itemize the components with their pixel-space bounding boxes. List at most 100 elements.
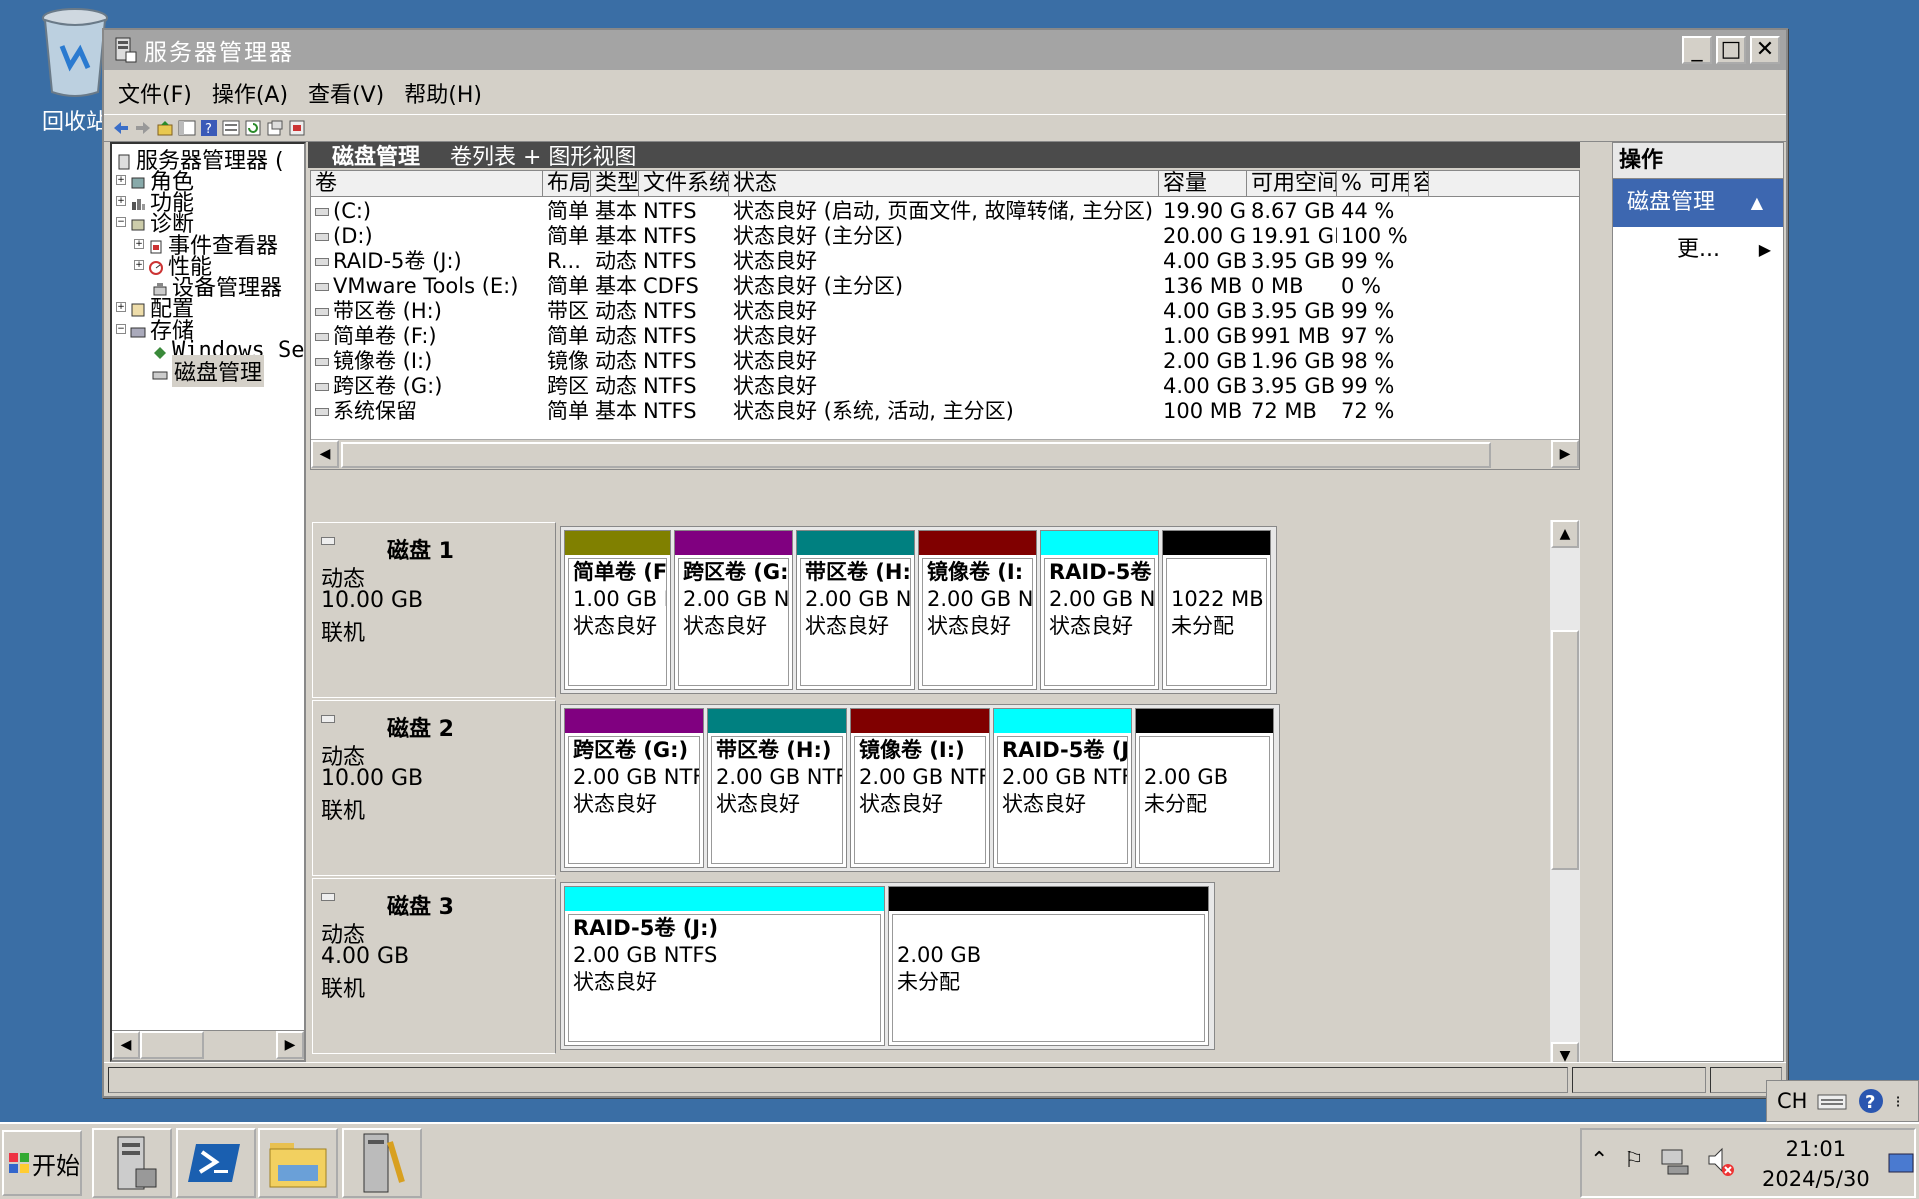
row-free-space: 3.95 GB [1251, 299, 1336, 323]
unallocated-partition[interactable]: 1022 MB 未分配 [1162, 530, 1271, 690]
show-desktop-icon[interactable] [1888, 1152, 1914, 1174]
volume-partition[interactable]: 简单卷 (F 1.00 GB NT 状态良好 [564, 530, 671, 690]
console-tree-icon[interactable] [178, 119, 196, 137]
unallocated-partition[interactable]: 2.00 GB 未分配 [888, 886, 1209, 1046]
row-capacity: 2.00 GB [1163, 349, 1247, 373]
close-button[interactable]: ✕ [1750, 36, 1780, 64]
disk-info[interactable]: 磁盘 1 动态 10.00 GB 联机 [312, 522, 556, 698]
keyboard-icon[interactable] [1817, 1091, 1847, 1111]
table-row[interactable]: (C:) 简单 基本 NTFS 状态良好 (启动, 页面文件, 故障转储, 主分区) 19… [311, 199, 1579, 224]
col-capacity[interactable]: 容量 [1159, 171, 1247, 197]
taskbar-explorer[interactable] [258, 1128, 338, 1198]
expand-icon[interactable]: + [134, 239, 144, 249]
help-icon[interactable]: ? [200, 119, 218, 137]
disk-info[interactable]: 磁盘 2 动态 10.00 GB 联机 [312, 700, 556, 876]
partition-color-bar [994, 709, 1131, 733]
unallocated-partition[interactable]: 2.00 GB 未分配 [1135, 708, 1274, 868]
disk-settings-icon[interactable] [288, 119, 306, 137]
graph-vertical-scrollbar[interactable]: ▲ ▼ [1550, 520, 1580, 1070]
scroll-left-button[interactable]: ◀ [112, 1031, 140, 1059]
expand-icon[interactable]: + [116, 302, 126, 312]
table-row[interactable]: 简单卷 (F:) 简单 动态 NTFS 状态良好 1.00 GB 991 MB 97 % [311, 324, 1579, 349]
actions-section-disk-management[interactable]: 磁盘管理 ▲ [1613, 179, 1783, 227]
scroll-thumb[interactable] [341, 442, 1491, 468]
row-filesystem: NTFS [643, 349, 697, 373]
properties-icon[interactable] [222, 119, 240, 137]
scroll-thumb[interactable] [140, 1031, 204, 1059]
table-row[interactable]: 跨区卷 (G:) 跨区 动态 NTFS 状态良好 4.00 GB 3.95 GB 99 % [311, 374, 1579, 399]
collapse-icon[interactable]: − [116, 217, 126, 227]
volume-partition[interactable]: 跨区卷 (G: 2.00 GB NTF 状态良好 [674, 530, 793, 690]
taskbar-powershell[interactable] [176, 1128, 256, 1198]
forward-arrow-icon[interactable] [134, 119, 152, 137]
help-icon[interactable]: ? [1857, 1087, 1885, 1115]
title-bar[interactable]: 服务器管理器 _ □ ✕ [104, 30, 1786, 70]
collapse-up-icon[interactable]: ▲ [1751, 179, 1763, 227]
disk-row: 磁盘 2动态10.00 GB联机跨区卷 (G:)2.00 GB NTFS状态良好… [310, 700, 1540, 876]
scroll-right-button[interactable]: ▶ [1551, 440, 1579, 468]
volume-partition[interactable]: 带区卷 (H: 2.00 GB NTF 状态良好 [796, 530, 915, 690]
col-free-space[interactable]: 可用空间 [1247, 171, 1337, 197]
volume-partition[interactable]: RAID-5卷 (J 2.00 GB NTFS 状态良好 [993, 708, 1132, 868]
tree-horizontal-scrollbar[interactable]: ◀ ▶ [112, 1030, 304, 1060]
volume-partition[interactable]: 带区卷 (H:) 2.00 GB NTFS 状态良好 [707, 708, 847, 868]
volume-muted-icon[interactable] [1706, 1144, 1736, 1178]
table-row[interactable]: 系统保留 简单 基本 NTFS 状态良好 (系统, 活动, 主分区) 100 MB 72 M… [311, 399, 1579, 424]
volume-list-scrollbar[interactable]: ◀ ▶ [311, 439, 1579, 469]
col-status[interactable]: 状态 [729, 171, 1159, 197]
show-hidden-icons-icon[interactable]: ⌃ [1590, 1148, 1608, 1173]
clock[interactable]: 21:01 2024/5/30 [1762, 1134, 1870, 1194]
maximize-button[interactable]: □ [1716, 36, 1746, 64]
table-row[interactable]: RAID-5卷 (J:) R... 动态 NTFS 状态良好 4.00 GB 3.95 GB… [311, 249, 1579, 274]
partition-size: 2.00 GB NTFS [573, 943, 718, 967]
row-status: 状态良好 (主分区) [733, 224, 904, 248]
expand-icon[interactable]: + [134, 260, 144, 270]
volume-partition[interactable]: 镜像卷 (I: 2.00 GB NTF 状态良好 [918, 530, 1037, 690]
start-button[interactable]: 开始 [2, 1130, 82, 1196]
scroll-up-button[interactable]: ▲ [1551, 520, 1579, 548]
table-row[interactable]: (D:) 简单基本NTFS 状态良好 (主分区) 20.00 GB19.91 GB10… [311, 224, 1579, 249]
menu-view[interactable]: 查看(V) [308, 77, 384, 109]
expand-icon[interactable]: + [116, 175, 126, 185]
menu-file[interactable]: 文件(F) [118, 77, 192, 109]
col-filesystem[interactable]: 文件系统 [639, 171, 729, 197]
up-folder-icon[interactable] [156, 119, 174, 137]
volume-partition[interactable]: RAID-5卷 (J:) 2.00 GB NTFS 状态良好 [564, 886, 885, 1046]
taskbar-server-tools[interactable] [342, 1128, 422, 1198]
taskbar-server-manager[interactable] [92, 1128, 172, 1198]
scroll-left-button[interactable]: ◀ [311, 440, 339, 468]
disk-row: 磁盘 3 动态 4.00 GB 联机 RAID-5卷 (J:) 2.00 GB NTFS 状… [310, 878, 1540, 1054]
back-arrow-icon[interactable] [112, 119, 130, 137]
row-capacity: 4.00 GB [1163, 374, 1247, 398]
minimize-button[interactable]: _ [1682, 36, 1712, 64]
network-icon[interactable] [1660, 1146, 1690, 1176]
collapse-icon[interactable]: − [116, 324, 126, 334]
scroll-thumb[interactable] [1551, 630, 1579, 870]
menu-action[interactable]: 操作(A) [212, 77, 288, 109]
col-percent-free[interactable]: % 可用 [1337, 171, 1409, 197]
table-row[interactable]: 带区卷 (H:) 带区 动态 NTFS 状态良好 4.00 GB 3.95 GB 99 % [311, 299, 1579, 324]
language-bar-options-icon[interactable]: ⁝ [1895, 1092, 1900, 1111]
volume-partition[interactable]: 跨区卷 (G:) 2.00 GB NTFS 状态良好 [564, 708, 704, 868]
table-row[interactable]: VMware Tools (E:) 简单 基本 CDFS 状态良好 (主分区) 136 M… [311, 274, 1579, 299]
refresh-icon[interactable] [244, 119, 262, 137]
action-center-flag-icon[interactable]: ⚐ [1624, 1148, 1644, 1173]
col-layout[interactable]: 布局 [543, 171, 591, 197]
volume-partition[interactable]: 镜像卷 (I:) 2.00 GB NTFS 状态良好 [850, 708, 990, 868]
export-list-icon[interactable] [266, 119, 284, 137]
table-row[interactable]: 镜像卷 (I:) 镜像 动态 NTFS 状态良好 2.00 GB 1.96 GB 98 % [311, 349, 1579, 374]
disk-info[interactable]: 磁盘 3 动态 4.00 GB 联机 [312, 878, 556, 1054]
col-volume[interactable]: 卷 [311, 171, 543, 197]
tree-item-disk-management[interactable]: 磁盘管理 [152, 355, 265, 387]
col-fault-tolerance[interactable]: 容 [1409, 171, 1429, 197]
scroll-right-button[interactable]: ▶ [276, 1031, 304, 1059]
row-free-space: 991 MB [1251, 324, 1331, 348]
volume-partition[interactable]: RAID-5卷 2.00 GB NTF 状态良好 [1040, 530, 1159, 690]
col-type[interactable]: 类型 [591, 171, 639, 197]
language-indicator[interactable]: CH [1777, 1089, 1807, 1113]
expand-icon[interactable]: + [116, 196, 126, 206]
menu-help[interactable]: 帮助(H) [404, 77, 482, 109]
more-actions-item[interactable]: 更... ▶ [1613, 227, 1783, 273]
row-status: 状态良好 [733, 324, 817, 348]
partition-name [1171, 559, 1262, 586]
